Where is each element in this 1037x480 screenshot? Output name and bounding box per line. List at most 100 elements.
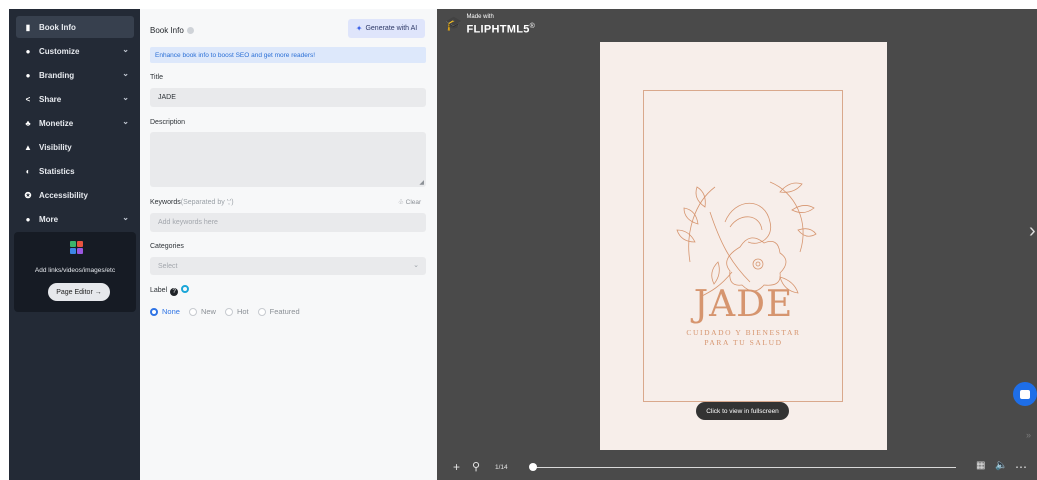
- search-icon[interactable]: ⚲: [472, 460, 480, 473]
- radio-circle: [188, 307, 197, 316]
- branding-icon: ●: [25, 70, 31, 80]
- book-info-form: Book Info ✦ Generate with AI Enhance boo…: [140, 9, 437, 480]
- sidebar-item-label: Statistics: [39, 166, 75, 176]
- viewer-toolbar: + ⚲ 1/14 ▦ 🔈 ⋯: [437, 456, 1037, 480]
- page-title: Book Info: [150, 26, 194, 35]
- chevron-down-icon: ⌄: [413, 262, 419, 269]
- cover-subtitle-1: CUIDADO Y BIENESTAR: [686, 328, 801, 337]
- keywords-label: Keywords(Separated by ';'): [150, 199, 234, 206]
- categories-label: Categories: [150, 243, 184, 250]
- radio-label: New: [200, 307, 216, 316]
- thumbnails-grid-icon[interactable]: ▦: [976, 460, 985, 471]
- help-icon[interactable]: [186, 27, 194, 34]
- statistics-icon: ◐: [25, 166, 31, 176]
- sidebar-item-label: Book Info: [39, 22, 76, 32]
- sidebar-item-label: Customize: [39, 46, 80, 56]
- zoom-in-icon[interactable]: +: [453, 460, 460, 474]
- chevron-down-icon: ⌄: [122, 45, 129, 54]
- generate-with-ai-button[interactable]: ✦ Generate with AI: [348, 19, 425, 38]
- page-progress-track[interactable]: [533, 467, 956, 468]
- monetize-icon: ♣: [25, 118, 31, 128]
- sidebar-item-customize[interactable]: ● Customize ⌄: [16, 40, 134, 62]
- resize-handle-icon[interactable]: ◢: [419, 179, 424, 186]
- accessibility-icon: ✪: [24, 190, 32, 200]
- share-icon: <: [25, 94, 31, 104]
- categories-select[interactable]: Select ⌄: [150, 257, 426, 275]
- floral-illustration: [676, 181, 817, 298]
- sidebar-item-label: More: [39, 214, 59, 224]
- sidebar-item-label: Monetize: [39, 118, 74, 128]
- clear-label: Clear: [405, 199, 422, 206]
- graduation-cap-icon: 🎓: [445, 15, 463, 31]
- cover-title: JADE: [693, 284, 794, 325]
- palette-icon: ●: [25, 46, 31, 56]
- sidebar-item-label: Visibility: [39, 142, 72, 152]
- categories-value: Select: [158, 262, 178, 270]
- brand-name-text: FLIPHTML5: [466, 23, 530, 36]
- label-label-text: Label: [150, 287, 168, 294]
- sidebar-item-monetize[interactable]: ♣ Monetize ⌄: [16, 112, 134, 134]
- book-icon: ▮: [25, 22, 31, 32]
- sound-icon[interactable]: 🔈: [995, 460, 1007, 471]
- more-icon: ●: [25, 214, 31, 224]
- question-icon[interactable]: ?: [170, 288, 179, 296]
- sidebar-item-share[interactable]: < Share ⌄: [16, 88, 134, 110]
- chevron-down-icon: ⌄: [122, 69, 129, 78]
- description-field[interactable]: ◢: [150, 132, 426, 187]
- sidebar-item-label: Accessibility: [39, 190, 88, 200]
- lock-icon: ▲: [24, 142, 32, 152]
- keywords-input[interactable]: Add keywords here: [150, 213, 426, 232]
- radio-label: Featured: [269, 307, 300, 316]
- sidebar-item-visibility[interactable]: ▲ Visibility: [16, 136, 134, 158]
- brand-logo[interactable]: 🎓 Made with FLIPHTML5®: [445, 14, 535, 36]
- next-page-arrow-icon[interactable]: ›: [1029, 220, 1036, 243]
- chat-support-button[interactable]: [1013, 382, 1037, 406]
- page-editor-promo: Add links/videos/images/etc Page Editor …: [14, 232, 136, 312]
- generate-label: Generate with AI: [365, 25, 418, 32]
- radio-circle: [224, 307, 233, 316]
- sidebar-item-more[interactable]: ● More ⌄: [16, 208, 134, 230]
- radio-label: Hot: [236, 307, 249, 316]
- brand-text: Made with FLIPHTML5®: [466, 14, 535, 36]
- page-indicator: 1/14: [495, 464, 508, 471]
- chat-icon: [1020, 389, 1030, 399]
- toggle-icon[interactable]: [181, 285, 190, 293]
- collapse-icon[interactable]: »: [1026, 430, 1031, 440]
- app-root: ▮ Book Info ● Customize ⌄ ● Branding ⌄ <…: [0, 0, 1037, 480]
- page-title-text: Book Info: [150, 26, 184, 35]
- page-editor-label: Page Editor: [56, 288, 93, 296]
- promo-text: Add links/videos/images/etc: [34, 267, 116, 274]
- sparkle-icon: ✦: [355, 24, 363, 33]
- book-page[interactable]: JADE CUIDADO Y BIENESTAR PARA TU SALUD: [600, 42, 887, 450]
- radio-new[interactable]: New: [188, 307, 216, 316]
- radio-circle: [257, 307, 266, 316]
- page-progress-knob[interactable]: [529, 463, 537, 471]
- radio-none[interactable]: None: [150, 307, 180, 316]
- sidebar-item-branding[interactable]: ● Branding ⌄: [16, 64, 134, 86]
- brand-made-with: Made with: [466, 14, 494, 20]
- sidebar-item-accessibility[interactable]: ✪ Accessibility: [16, 184, 134, 206]
- title-field[interactable]: JADE: [150, 88, 426, 107]
- keywords-label-text: Keywords: [150, 199, 181, 206]
- media-grid-icon: [70, 241, 84, 255]
- radio-hot[interactable]: Hot: [224, 307, 249, 316]
- chevron-down-icon: ⌄: [122, 117, 129, 126]
- title-label: Title: [150, 74, 163, 81]
- broom-icon: ♧: [398, 199, 404, 206]
- label-radio-group: None New Hot Featured: [150, 307, 309, 316]
- radio-featured[interactable]: Featured: [257, 307, 300, 316]
- brand-name: FLIPHTML5®: [466, 21, 535, 36]
- chevron-down-icon: ⌄: [122, 213, 129, 222]
- sidebar-item-book-info[interactable]: ▮ Book Info: [16, 16, 134, 38]
- sidebar: ▮ Book Info ● Customize ⌄ ● Branding ⌄ <…: [9, 9, 140, 480]
- more-options-icon[interactable]: ⋯: [1015, 460, 1027, 474]
- sidebar-item-statistics[interactable]: ◐ Statistics: [16, 160, 134, 182]
- book-viewer: 🎓 Made with FLIPHTML5® JADE CUIDADO Y BI…: [437, 9, 1037, 480]
- fullscreen-hint-button[interactable]: Click to view in fullscreen: [696, 402, 789, 420]
- info-banner: Enhance book info to boost SEO and get m…: [150, 47, 426, 63]
- clear-keywords-button[interactable]: ♧ Clear: [398, 198, 421, 206]
- keywords-hint: (Separated by ';'): [180, 199, 234, 206]
- sidebar-item-label: Share: [39, 94, 62, 104]
- label-label: Label?: [150, 285, 190, 296]
- page-editor-button[interactable]: Page Editor →: [48, 283, 110, 301]
